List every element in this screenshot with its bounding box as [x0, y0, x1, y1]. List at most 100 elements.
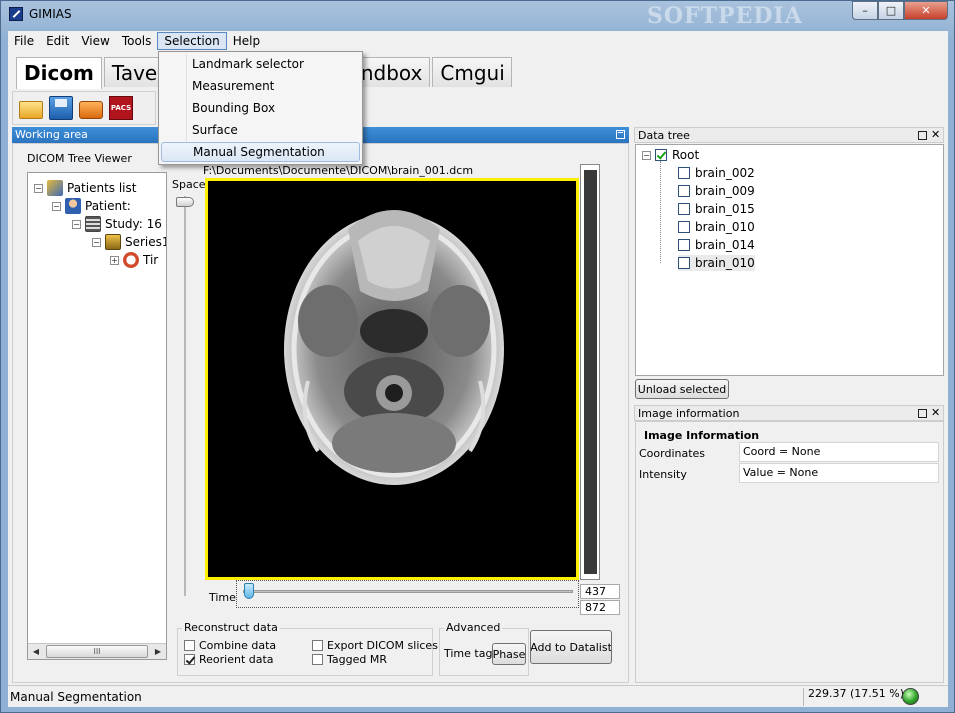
item-checkbox[interactable]	[678, 239, 690, 251]
tree-node-patient[interactable]: − Patient:	[52, 197, 131, 215]
data-tree-item[interactable]: brain_014	[678, 237, 755, 253]
combine-data-checkbox[interactable]: Combine data	[184, 639, 276, 652]
phase-button[interactable]: Phase	[492, 643, 526, 665]
restore-icon[interactable]	[918, 131, 927, 140]
restore-icon[interactable]	[918, 409, 927, 418]
patients-icon	[47, 180, 63, 196]
data-tree-item[interactable]: brain_002	[678, 165, 755, 181]
space-slider-track[interactable]	[184, 196, 186, 596]
item-checkbox[interactable]	[678, 203, 690, 215]
app-window: GIMIAS SOFTPEDIA – □ ✕ File Edit View To…	[0, 0, 955, 713]
mri-scan-image	[284, 210, 504, 485]
collapse-icon[interactable]: −	[52, 201, 61, 211]
dicom-tree: − Patients list − Patient: − Study: 16 (…	[27, 172, 167, 660]
menu-view[interactable]: View	[75, 32, 115, 50]
patient-icon	[65, 198, 81, 214]
menu-file[interactable]: File	[8, 32, 40, 50]
working-area-title: Working area	[15, 128, 88, 141]
checkbox-box[interactable]	[312, 654, 323, 665]
menu-tools[interactable]: Tools	[116, 32, 158, 50]
menu-item-manual-segmentation[interactable]: Manual Segmentation	[161, 142, 360, 162]
selection-dropdown-menu: Landmark selector Measurement Bounding B…	[158, 51, 363, 165]
time-value-bottom[interactable]: 872	[580, 600, 620, 615]
restore-icon[interactable]	[616, 130, 625, 139]
open-folder-icon[interactable]	[19, 101, 43, 119]
minimize-button[interactable]: –	[852, 1, 878, 20]
collapse-icon[interactable]: −	[72, 219, 81, 229]
item-checkbox[interactable]	[678, 257, 690, 269]
dicom-image-viewer[interactable]	[205, 178, 579, 580]
time-slider-thumb[interactable]	[244, 583, 254, 599]
image-info-title: Image information	[638, 407, 740, 420]
tab-cmgui[interactable]: Cmgui	[432, 57, 513, 87]
tree-node-study[interactable]: − Study: 16 (	[72, 215, 166, 233]
tree-node-series[interactable]: − Series1	[92, 233, 166, 251]
status-text: Manual Segmentation	[10, 690, 142, 704]
toolbar: PACS	[12, 91, 156, 125]
tree-node-time[interactable]: + Tir	[110, 251, 158, 269]
watermark: SOFTPEDIA	[647, 3, 803, 29]
menu-help[interactable]: Help	[227, 32, 266, 50]
unload-selected-button[interactable]: Unload selected	[635, 379, 729, 399]
reorient-data-checkbox[interactable]: Reorient data	[184, 653, 274, 666]
collapse-icon[interactable]: −	[642, 150, 651, 160]
menu-item-landmark-selector[interactable]: Landmark selector	[161, 54, 360, 74]
root-checkbox[interactable]	[655, 149, 667, 161]
expand-icon[interactable]: +	[110, 255, 119, 265]
status-bar: Manual Segmentation 229.37 (17.51 %)	[8, 685, 948, 707]
reconstruct-group: Reconstruct data Combine data Reorient d…	[177, 621, 438, 676]
tree-horizontal-scrollbar[interactable]: ◀ III ▶	[28, 643, 166, 659]
app-icon	[9, 7, 23, 21]
data-tree-item[interactable]: brain_010	[678, 219, 755, 235]
advanced-title: Advanced	[444, 621, 503, 634]
intensity-field[interactable]: Value = None	[739, 463, 939, 483]
window-level-bar[interactable]	[580, 164, 600, 580]
series-icon	[105, 234, 121, 250]
checkbox-box[interactable]	[312, 640, 323, 651]
tab-dicom[interactable]: Dicom	[16, 57, 102, 89]
time-slider[interactable]	[236, 580, 579, 608]
open-dicom-folder-icon[interactable]	[79, 101, 103, 119]
data-tree-item-selected[interactable]: brain_010	[678, 255, 755, 271]
title-bar: GIMIAS SOFTPEDIA – □ ✕	[1, 1, 954, 31]
collapse-icon[interactable]: −	[92, 237, 101, 247]
close-icon[interactable]: ✕	[931, 129, 941, 140]
menu-bar: File Edit View Tools Selection Help	[8, 31, 948, 51]
reconstruct-title: Reconstruct data	[182, 621, 280, 634]
data-tree-item[interactable]: brain_009	[678, 183, 755, 199]
close-button[interactable]: ✕	[904, 1, 948, 20]
image-info-header: Image information ✕	[634, 405, 944, 421]
scroll-right-icon[interactable]: ▶	[150, 644, 166, 659]
save-icon[interactable]	[49, 96, 73, 120]
tagged-mr-checkbox[interactable]: Tagged MR	[312, 653, 387, 666]
image-path: F:\Documents\Documente\DICOM\brain_001.d…	[203, 164, 474, 177]
coordinates-field[interactable]: Coord = None	[739, 442, 939, 462]
add-to-datalist-button[interactable]: Add to Datalist	[530, 630, 612, 664]
scroll-left-icon[interactable]: ◀	[28, 644, 44, 659]
advanced-group: Advanced Time tag Phase	[439, 621, 529, 676]
menu-selection[interactable]: Selection	[157, 32, 227, 50]
menu-item-surface[interactable]: Surface	[161, 120, 360, 140]
data-tree-root[interactable]: − Root	[642, 147, 699, 163]
time-tag-label: Time tag	[444, 647, 493, 660]
menu-item-measurement[interactable]: Measurement	[161, 76, 360, 96]
menu-edit[interactable]: Edit	[40, 32, 75, 50]
collapse-icon[interactable]: −	[34, 183, 43, 193]
time-slider-track[interactable]	[243, 590, 573, 593]
time-value-top[interactable]: 437	[580, 584, 620, 599]
data-tree-item[interactable]: brain_015	[678, 201, 755, 217]
pacs-icon[interactable]: PACS	[109, 96, 133, 120]
item-checkbox[interactable]	[678, 185, 690, 197]
space-label: Space	[172, 178, 206, 191]
maximize-button[interactable]: □	[878, 1, 904, 20]
space-slider-thumb[interactable]	[176, 197, 194, 207]
close-icon[interactable]: ✕	[931, 407, 941, 418]
item-checkbox[interactable]	[678, 221, 690, 233]
checkbox-box[interactable]	[184, 654, 195, 665]
export-dicom-checkbox[interactable]: Export DICOM slices	[312, 639, 438, 652]
tree-node-patients[interactable]: − Patients list	[34, 179, 136, 197]
item-checkbox[interactable]	[678, 167, 690, 179]
menu-item-bounding-box[interactable]: Bounding Box	[161, 98, 360, 118]
checkbox-box[interactable]	[184, 640, 195, 651]
scroll-thumb[interactable]: III	[46, 645, 148, 658]
